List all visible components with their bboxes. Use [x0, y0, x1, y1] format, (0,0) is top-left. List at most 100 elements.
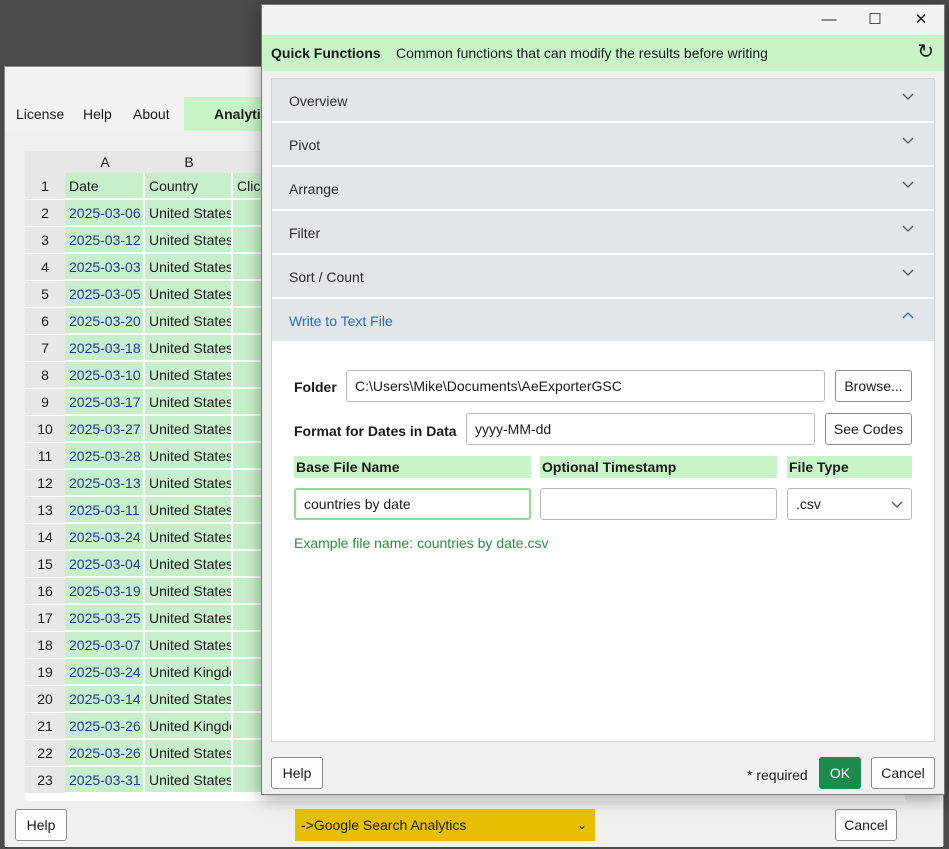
row-number[interactable]: 15 [25, 551, 65, 577]
row-number[interactable]: 17 [25, 605, 65, 631]
refresh-icon[interactable]: ↻ [917, 41, 934, 63]
table-cell-country[interactable]: United States [145, 605, 233, 631]
table-cell-date[interactable]: 2025-03-14 [65, 686, 145, 712]
row-number[interactable]: 5 [25, 281, 65, 307]
folder-input[interactable]: C:\Users\Mike\Documents\AeExporterGSC [346, 370, 825, 402]
table-cell-date[interactable]: 2025-03-20 [65, 308, 145, 334]
section-overview[interactable]: Overview [272, 79, 934, 122]
row-number[interactable]: 18 [25, 632, 65, 658]
table-cell-country[interactable]: United States [145, 767, 233, 793]
table-cell-date[interactable]: 2025-03-11 [65, 497, 145, 523]
ok-button[interactable]: OK [819, 757, 861, 789]
menu-license[interactable]: License [16, 106, 64, 122]
table-cell-country[interactable]: United States [145, 416, 233, 442]
row-number[interactable]: 23 [25, 767, 65, 793]
table-cell-country[interactable]: United States [145, 470, 233, 496]
table-cell-country[interactable]: United Kingdom [145, 713, 233, 739]
table-cell-date[interactable]: 2025-03-17 [65, 389, 145, 415]
table-cell-date[interactable]: 2025-03-10 [65, 362, 145, 388]
table-cell-date[interactable]: 2025-03-13 [65, 470, 145, 496]
menu-about[interactable]: About [133, 106, 170, 122]
row-number[interactable]: 13 [25, 497, 65, 523]
table-cell-date[interactable]: 2025-03-04 [65, 551, 145, 577]
table-cell-country[interactable]: United States [145, 254, 233, 280]
optional-timestamp-input[interactable] [540, 488, 777, 520]
table-cell-date[interactable]: 2025-03-31 [65, 767, 145, 793]
table-cell-country[interactable]: United States [145, 551, 233, 577]
table-cell-date[interactable]: 2025-03-25 [65, 605, 145, 631]
row-number[interactable]: 6 [25, 308, 65, 334]
minimize-icon[interactable]: — [806, 5, 852, 35]
table-cell-date[interactable]: 2025-03-07 [65, 632, 145, 658]
row-number[interactable]: 1 [25, 173, 65, 199]
row-number[interactable]: 7 [25, 335, 65, 361]
chevron-down-icon [902, 137, 914, 144]
table-cell-date[interactable]: 2025-03-12 [65, 227, 145, 253]
dialog-help-button[interactable]: Help [271, 757, 323, 789]
header-cell-date[interactable]: Date [65, 173, 145, 199]
row-number[interactable]: 12 [25, 470, 65, 496]
row-number[interactable]: 2 [25, 200, 65, 226]
table-cell-date[interactable]: 2025-03-27 [65, 416, 145, 442]
table-cell-country[interactable]: United States [145, 578, 233, 604]
table-cell-country[interactable]: United States [145, 362, 233, 388]
table-cell-country[interactable]: United States [145, 632, 233, 658]
column-header-b[interactable]: B [145, 151, 233, 173]
row-number[interactable]: 9 [25, 389, 65, 415]
table-cell-country[interactable]: United States [145, 389, 233, 415]
table-cell-country[interactable]: United States [145, 740, 233, 766]
section-write-text-file[interactable]: Write to Text File [272, 299, 934, 342]
browse-button[interactable]: Browse... [835, 370, 912, 402]
main-window-footer: Help ->Google Search Analytics ⌄ Cancel [5, 801, 943, 847]
row-number[interactable]: 11 [25, 443, 65, 469]
maximize-icon[interactable]: ☐ [852, 5, 898, 35]
table-cell-date[interactable]: 2025-03-24 [65, 524, 145, 550]
main-help-button[interactable]: Help [15, 809, 67, 841]
table-cell-country[interactable]: United States [145, 524, 233, 550]
section-filter[interactable]: Filter [272, 211, 934, 254]
table-cell-date[interactable]: 2025-03-06 [65, 200, 145, 226]
see-codes-button[interactable]: See Codes [825, 413, 912, 445]
file-type-select[interactable]: .csv [787, 488, 912, 520]
table-cell-date[interactable]: 2025-03-26 [65, 740, 145, 766]
section-pivot[interactable]: Pivot [272, 123, 934, 166]
table-cell-date[interactable]: 2025-03-28 [65, 443, 145, 469]
row-number[interactable]: 19 [25, 659, 65, 685]
row-number[interactable]: 16 [25, 578, 65, 604]
base-file-name-label: Base File Name [294, 456, 531, 478]
table-cell-country[interactable]: United Kingdom [145, 659, 233, 685]
header-cell-country[interactable]: Country [145, 173, 233, 199]
table-cell-date[interactable]: 2025-03-19 [65, 578, 145, 604]
row-number[interactable]: 3 [25, 227, 65, 253]
row-number[interactable]: 22 [25, 740, 65, 766]
row-number[interactable]: 10 [25, 416, 65, 442]
row-number[interactable]: 8 [25, 362, 65, 388]
table-cell-country[interactable]: United States [145, 335, 233, 361]
column-header-a[interactable]: A [65, 151, 145, 173]
base-file-name-input[interactable]: countries by date [294, 488, 531, 520]
table-cell-country[interactable]: United States [145, 686, 233, 712]
table-cell-country[interactable]: United States [145, 308, 233, 334]
section-sort-count[interactable]: Sort / Count [272, 255, 934, 298]
section-arrange[interactable]: Arrange [272, 167, 934, 210]
dialog-cancel-button[interactable]: Cancel [871, 757, 935, 789]
table-cell-country[interactable]: United States [145, 200, 233, 226]
table-cell-date[interactable]: 2025-03-03 [65, 254, 145, 280]
row-number[interactable]: 21 [25, 713, 65, 739]
table-cell-country[interactable]: United States [145, 281, 233, 307]
table-cell-country[interactable]: United States [145, 443, 233, 469]
table-cell-date[interactable]: 2025-03-18 [65, 335, 145, 361]
table-cell-country[interactable]: United States [145, 497, 233, 523]
table-cell-date[interactable]: 2025-03-24 [65, 659, 145, 685]
table-cell-date[interactable]: 2025-03-26 [65, 713, 145, 739]
table-cell-date[interactable]: 2025-03-05 [65, 281, 145, 307]
menu-help[interactable]: Help [83, 106, 112, 122]
row-number[interactable]: 14 [25, 524, 65, 550]
close-icon[interactable]: ✕ [898, 5, 944, 35]
data-source-select[interactable]: ->Google Search Analytics ⌄ [295, 809, 595, 841]
table-cell-country[interactable]: United States [145, 227, 233, 253]
row-number[interactable]: 20 [25, 686, 65, 712]
main-cancel-button[interactable]: Cancel [835, 809, 897, 841]
row-number[interactable]: 4 [25, 254, 65, 280]
date-format-input[interactable]: yyyy-MM-dd [466, 413, 815, 445]
